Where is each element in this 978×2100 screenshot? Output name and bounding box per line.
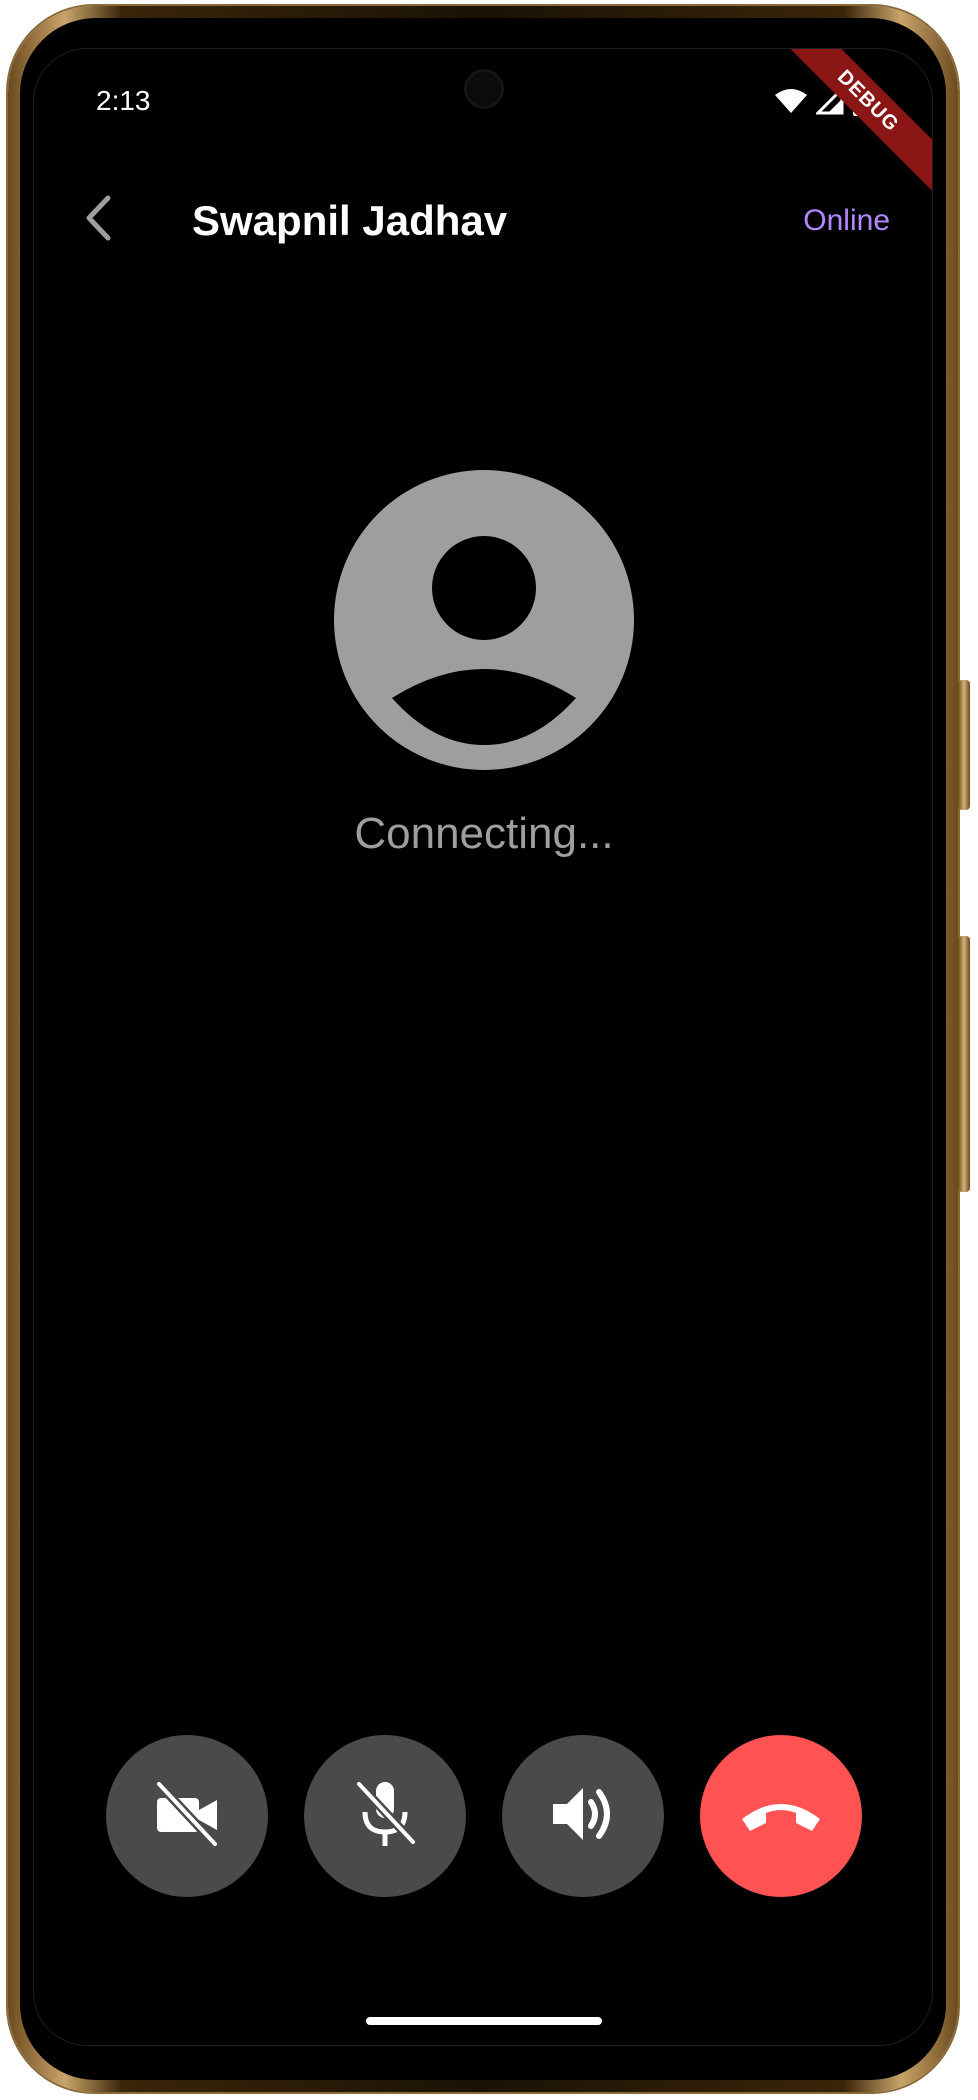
video-off-button[interactable] — [106, 1735, 268, 1897]
speaker-button[interactable] — [502, 1735, 664, 1897]
home-indicator[interactable] — [366, 2017, 602, 2025]
wifi-icon — [774, 87, 808, 120]
power-button — [958, 936, 970, 1192]
contact-name: Swapnil Jadhav — [192, 197, 508, 244]
end-call-button[interactable] — [700, 1735, 862, 1897]
video-off-icon — [149, 1776, 225, 1857]
app-bar: Swapnil Jadhav Online — [34, 169, 932, 269]
chevron-left-icon — [84, 195, 114, 246]
presence-status: Online — [803, 204, 890, 237]
call-end-icon — [736, 1789, 826, 1844]
back-button[interactable] — [74, 195, 124, 245]
mute-button[interactable] — [304, 1735, 466, 1897]
volume-up-icon — [545, 1776, 621, 1857]
call-controls — [106, 1735, 866, 1897]
user-avatar-icon — [334, 470, 634, 770]
volume-rocker — [958, 680, 970, 810]
status-time: 2:13 — [96, 85, 151, 116]
mic-off-icon — [347, 1776, 423, 1857]
call-screen: 2:13 DEBUG Swapnil Jadhav Online Connect… — [33, 48, 933, 2046]
call-status-text: Connecting... — [354, 809, 614, 858]
front-camera — [464, 69, 504, 109]
